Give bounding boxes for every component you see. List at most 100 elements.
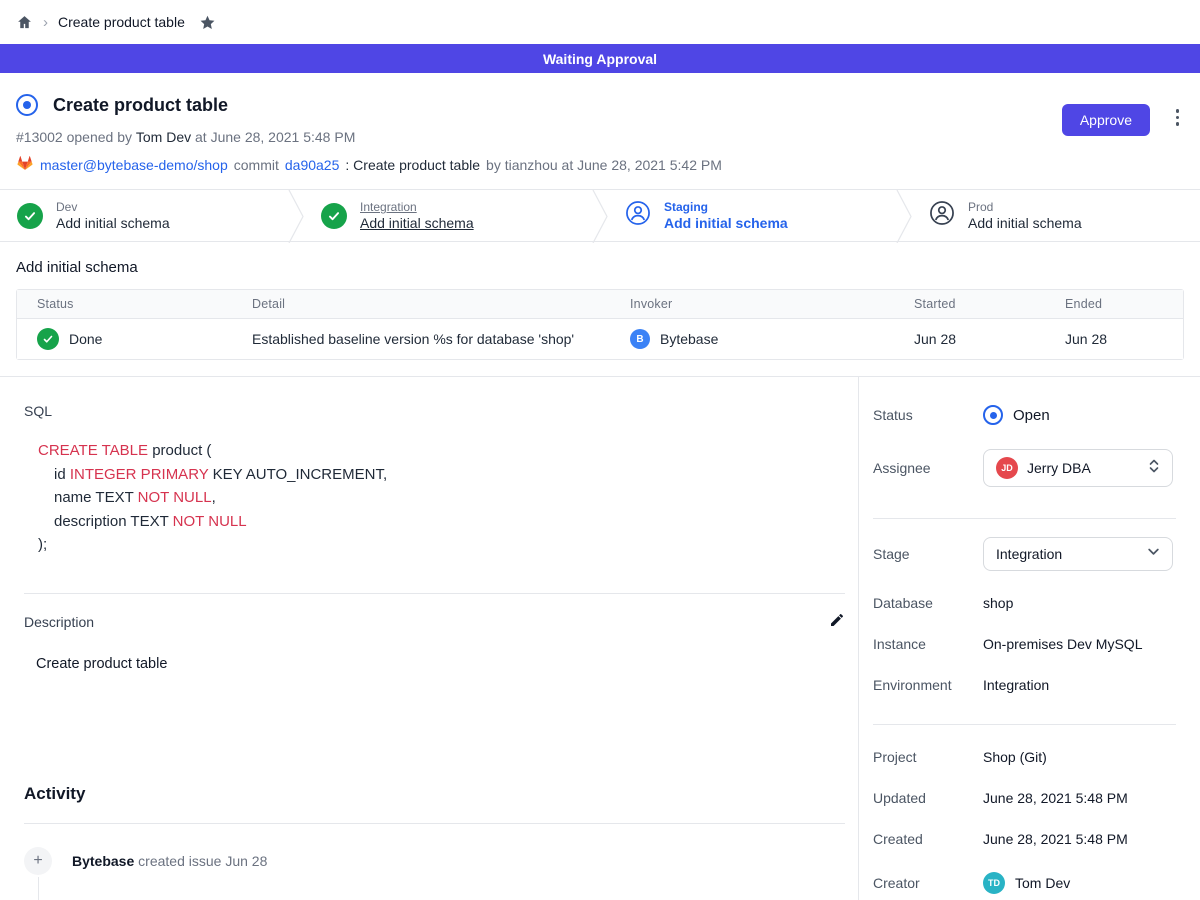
stage-env-label: Integration bbox=[360, 200, 474, 214]
sql-keyword: NOT NULL bbox=[138, 489, 212, 506]
person-circle-icon bbox=[625, 200, 651, 231]
sidebar: Status Open Assignee JD Jerry DBA Stage … bbox=[858, 377, 1200, 900]
instance-value: On-premises Dev MySQL bbox=[983, 636, 1142, 652]
activity-title: Activity bbox=[24, 784, 845, 804]
issue-opened-time: at June 28, 2021 5:48 PM bbox=[195, 129, 355, 145]
commit-message: : Create product table bbox=[345, 157, 480, 173]
column-detail: Detail bbox=[232, 290, 610, 319]
issue-meta: #13002 opened by Tom Dev at June 28, 202… bbox=[16, 129, 1184, 145]
stage-separator bbox=[896, 190, 912, 243]
stage-separator bbox=[592, 190, 608, 243]
star-icon[interactable] bbox=[199, 14, 216, 31]
divider bbox=[24, 823, 845, 824]
open-status-icon bbox=[983, 405, 1003, 425]
task-detail: Established baseline version %s for data… bbox=[232, 319, 610, 359]
activity-action: created issue bbox=[138, 853, 221, 869]
approve-button[interactable]: Approve bbox=[1062, 104, 1150, 136]
creator-avatar: TD bbox=[983, 872, 1005, 894]
commit-word: commit bbox=[234, 157, 279, 173]
sidebar-creator-row: Creator TD Tom Dev bbox=[873, 872, 1176, 894]
sidebar-assignee-row: Assignee JD Jerry DBA bbox=[873, 449, 1176, 487]
stage-select[interactable]: Integration bbox=[983, 537, 1173, 571]
table-header-row: Status Detail Invoker Started Ended bbox=[17, 290, 1183, 319]
commit-hash-link[interactable]: da90a25 bbox=[285, 157, 340, 173]
project-value: Shop (Git) bbox=[983, 749, 1047, 765]
pipeline-stages: Dev Add initial schema Integration Add i… bbox=[0, 189, 1200, 242]
kebab-menu-icon[interactable] bbox=[1176, 109, 1180, 126]
column-invoker: Invoker bbox=[610, 290, 894, 319]
divider bbox=[873, 724, 1176, 725]
assignee-value: Jerry DBA bbox=[1027, 460, 1091, 476]
sql-text: product ( bbox=[148, 442, 211, 459]
check-circle-icon bbox=[321, 203, 347, 229]
issue-header: Create product table #13002 opened by To… bbox=[0, 73, 1200, 189]
column-started: Started bbox=[894, 290, 1045, 319]
sql-text: KEY AUTO_INCREMENT, bbox=[208, 466, 387, 483]
stage-task-label: Add initial schema bbox=[968, 215, 1082, 231]
stage-env-label: Staging bbox=[664, 200, 788, 214]
sql-keyword: CREATE TABLE bbox=[38, 442, 148, 459]
sidebar-project-row: Project Shop (Git) bbox=[873, 749, 1176, 765]
sql-keyword: NOT NULL bbox=[173, 513, 247, 530]
stage-staging[interactable]: Staging Add initial schema bbox=[608, 190, 896, 241]
updated-label: Updated bbox=[873, 790, 983, 806]
bytebase-avatar: B bbox=[630, 329, 650, 349]
status-value: Open bbox=[1013, 407, 1050, 424]
updown-chevron-icon bbox=[1148, 458, 1160, 479]
sidebar-instance-row: Instance On-premises Dev MySQL bbox=[873, 636, 1176, 652]
issue-open-icon bbox=[16, 94, 38, 116]
sql-text: id bbox=[54, 466, 70, 483]
assignee-select[interactable]: JD Jerry DBA bbox=[983, 449, 1173, 487]
issue-author: Tom Dev bbox=[136, 129, 191, 145]
main-panel: SQL CREATE TABLE product ( id INTEGER PR… bbox=[0, 377, 858, 900]
created-label: Created bbox=[873, 831, 983, 847]
check-circle-icon bbox=[17, 203, 43, 229]
database-label: Database bbox=[873, 595, 983, 611]
updated-value: June 28, 2021 5:48 PM bbox=[983, 790, 1128, 806]
task-section: Add initial schema Status Detail Invoker… bbox=[0, 242, 1200, 376]
page-title: Create product table bbox=[53, 95, 228, 116]
edit-pencil-icon[interactable] bbox=[829, 612, 845, 633]
sidebar-environment-row: Environment Integration bbox=[873, 677, 1176, 693]
task-invoker: Bytebase bbox=[660, 331, 718, 347]
environment-label: Environment bbox=[873, 677, 983, 693]
breadcrumb-separator-icon: › bbox=[43, 14, 48, 31]
sql-text: , bbox=[212, 489, 216, 506]
description-label: Description bbox=[24, 614, 94, 630]
done-check-icon bbox=[37, 328, 59, 350]
status-banner: Waiting Approval bbox=[0, 44, 1200, 73]
sql-text: name TEXT bbox=[54, 489, 138, 506]
table-row[interactable]: Done Established baseline version %s for… bbox=[17, 319, 1183, 359]
activity-item: + Bytebase created issue Jun 28 bbox=[24, 847, 845, 875]
status-label: Status bbox=[873, 407, 983, 423]
home-icon[interactable] bbox=[16, 14, 33, 31]
stage-prod[interactable]: Prod Add initial schema bbox=[912, 190, 1200, 241]
timeline-line bbox=[38, 877, 39, 900]
sql-text: ); bbox=[38, 536, 47, 553]
stage-env-label: Prod bbox=[968, 200, 1082, 214]
sql-text: description TEXT bbox=[54, 513, 173, 530]
sql-keyword: INTEGER PRIMARY bbox=[70, 466, 209, 483]
created-value: June 28, 2021 5:48 PM bbox=[983, 831, 1128, 847]
stage-value: Integration bbox=[996, 546, 1062, 562]
breadcrumb: › Create product table bbox=[0, 0, 1200, 44]
project-label: Project bbox=[873, 749, 983, 765]
chevron-down-icon bbox=[1147, 545, 1160, 563]
activity-actor: Bytebase bbox=[72, 853, 134, 869]
gitlab-icon bbox=[16, 154, 34, 175]
sidebar-updated-row: Updated June 28, 2021 5:48 PM bbox=[873, 790, 1176, 806]
task-section-title: Add initial schema bbox=[16, 259, 1184, 276]
instance-label: Instance bbox=[873, 636, 983, 652]
column-ended: Ended bbox=[1045, 290, 1183, 319]
commit-branch-link[interactable]: master@bytebase-demo/shop bbox=[40, 157, 228, 173]
divider bbox=[24, 593, 845, 594]
task-started: Jun 28 bbox=[894, 319, 1045, 359]
assignee-label: Assignee bbox=[873, 460, 983, 476]
creator-value: Tom Dev bbox=[1015, 875, 1070, 891]
environment-value: Integration bbox=[983, 677, 1049, 693]
sidebar-created-row: Created June 28, 2021 5:48 PM bbox=[873, 831, 1176, 847]
stage-integration[interactable]: Integration Add initial schema bbox=[304, 190, 592, 241]
stage-dev[interactable]: Dev Add initial schema bbox=[0, 190, 288, 241]
database-value: shop bbox=[983, 595, 1013, 611]
task-status: Done bbox=[69, 331, 102, 347]
